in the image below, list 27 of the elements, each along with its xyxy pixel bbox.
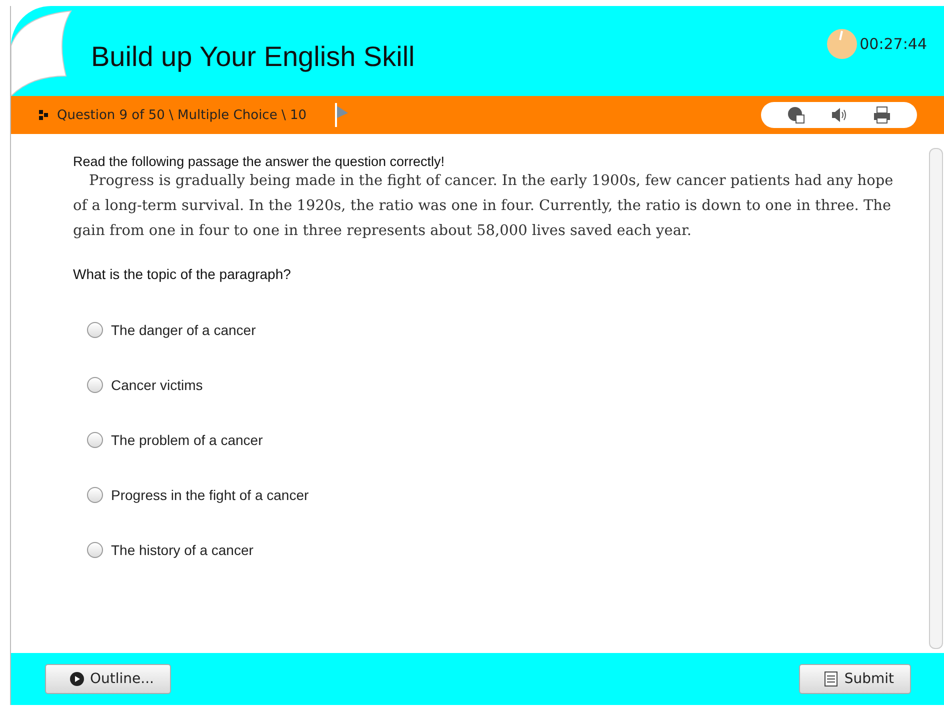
- print-icon[interactable]: [872, 106, 891, 124]
- radio-button[interactable]: [87, 487, 103, 503]
- submit-button[interactable]: Submit: [799, 664, 911, 694]
- play-icon: [70, 672, 84, 686]
- outline-button[interactable]: Outline...: [45, 664, 171, 694]
- help-icon[interactable]: [787, 106, 806, 124]
- question-label: Question 9 of 50 \ Multiple Choice \ 10: [57, 108, 307, 122]
- radio-button[interactable]: [87, 542, 103, 558]
- scrollbar[interactable]: [929, 148, 943, 649]
- timer-text: 00:27:44: [860, 35, 927, 53]
- option-label[interactable]: Cancer victims: [111, 377, 203, 393]
- radio-button[interactable]: [87, 322, 103, 338]
- speaker-icon[interactable]: [830, 106, 848, 124]
- passage-text: Progress is gradually being made in the fight of cancer. In the early 1900s, few cancer patients had any hope of a long-term survival. In the 1920s, the ratio was one in four. Currently, the ratio is down to one in three. The gain from one in four to one in three represents about 58,000 lives saved each year.: [73, 172, 894, 241]
- instruction-text: Read the following passage the answer the question correctly!: [73, 154, 446, 169]
- clock-icon: [826, 28, 858, 60]
- option-label[interactable]: The danger of a cancer: [111, 322, 256, 338]
- bullet-icon: [39, 110, 49, 120]
- flag-icon[interactable]: [334, 103, 349, 127]
- option-label[interactable]: The history of a cancer: [111, 542, 254, 558]
- document-icon: [824, 671, 838, 687]
- radio-button[interactable]: [87, 377, 103, 393]
- radio-button[interactable]: [87, 432, 103, 448]
- app-title: Build up Your English Skill: [91, 40, 416, 73]
- option-label[interactable]: Progress in the fight of a cancer: [111, 487, 309, 503]
- question-text: What is the topic of the paragraph?: [73, 266, 292, 282]
- option-label[interactable]: The problem of a cancer: [111, 432, 263, 448]
